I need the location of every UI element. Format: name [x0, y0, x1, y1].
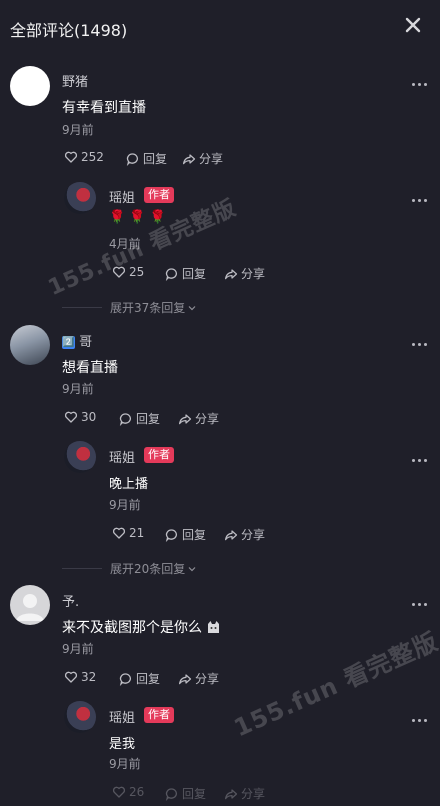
- reply-label: 回复: [182, 528, 207, 542]
- more-options-icon[interactable]: [410, 455, 430, 465]
- reply-username[interactable]: 瑶姐: [109, 447, 135, 466]
- comment-bubble-icon: [165, 267, 177, 281]
- reply-label: 回复: [182, 267, 207, 281]
- comment-bubble-icon: [126, 152, 138, 166]
- expand-replies-label: 展开20条回复: [110, 562, 186, 576]
- heart-icon: [112, 527, 126, 539]
- expand-replies-label: 展开37条回复: [110, 301, 186, 315]
- comment-username[interactable]: 野猪: [62, 71, 88, 90]
- share-icon: [225, 529, 238, 540]
- more-options-icon[interactable]: [410, 715, 430, 725]
- reply-time: 9月前: [109, 757, 141, 771]
- more-options-icon[interactable]: [410, 599, 430, 609]
- comment-text: 想看直播: [62, 360, 118, 376]
- divider: [62, 307, 102, 308]
- chevron-down-icon: [188, 305, 196, 310]
- reply-username[interactable]: 瑶姐: [109, 187, 135, 206]
- comment-username[interactable]: 2️⃣ 哥: [62, 331, 92, 350]
- comment-time: 9月前: [62, 382, 94, 396]
- heart-icon: [112, 786, 126, 798]
- divider: [62, 568, 102, 569]
- like-button[interactable]: 30: [64, 410, 96, 424]
- comment-username[interactable]: 予.: [62, 591, 79, 610]
- avatar[interactable]: [10, 66, 50, 106]
- avatar[interactable]: [10, 585, 50, 625]
- comment-bubble-icon: [119, 672, 131, 686]
- reply-button[interactable]: 回复: [119, 410, 160, 427]
- share-icon: [183, 153, 196, 164]
- reply-time: 9月前: [109, 498, 141, 512]
- share-icon: [225, 268, 238, 279]
- heart-icon: [64, 671, 78, 683]
- comment-time: 9月前: [62, 123, 94, 137]
- expand-replies-button[interactable]: 展开37条回复: [62, 299, 197, 316]
- author-badge: 作者: [144, 707, 174, 723]
- expand-replies-button[interactable]: 展开20条回复: [62, 560, 197, 577]
- like-button[interactable]: 252: [64, 150, 104, 164]
- share-label: 分享: [199, 152, 224, 166]
- reply-button[interactable]: 回复: [165, 265, 206, 282]
- reply-username[interactable]: 瑶姐: [109, 707, 135, 726]
- comment-text: 有幸看到直播: [62, 100, 146, 116]
- reply-button[interactable]: 回复: [165, 526, 206, 543]
- like-count: 252: [81, 150, 104, 164]
- avatar[interactable]: [64, 441, 96, 473]
- heart-icon: [64, 151, 78, 163]
- reply-text: 是我: [109, 737, 136, 752]
- share-label: 分享: [195, 672, 220, 686]
- avatar[interactable]: [64, 182, 96, 214]
- share-button[interactable]: 分享: [224, 265, 265, 282]
- like-count: 21: [129, 526, 145, 540]
- share-label: 分享: [195, 412, 220, 426]
- more-options-icon[interactable]: [410, 79, 430, 89]
- like-button[interactable]: 21: [112, 526, 144, 540]
- like-count: 30: [81, 410, 97, 424]
- close-icon[interactable]: [404, 16, 422, 34]
- share-button[interactable]: 分享: [178, 410, 219, 427]
- share-icon: [225, 788, 238, 799]
- reply-text: 晚上播: [109, 477, 149, 492]
- more-options-icon[interactable]: [410, 195, 430, 205]
- watermark: 155.fun 看完整版: [229, 627, 440, 743]
- username-text: 哥: [79, 335, 93, 350]
- share-button[interactable]: 分享: [182, 150, 223, 167]
- reply-button[interactable]: 回复: [119, 670, 160, 687]
- comments-header: 全部评论(1498): [0, 0, 440, 56]
- heart-icon: [64, 411, 78, 423]
- reply-label: 回复: [136, 672, 161, 686]
- comment-text-content: 来不及截图那个是你么: [62, 620, 202, 636]
- share-button[interactable]: 分享: [224, 526, 265, 543]
- chevron-down-icon: [188, 566, 196, 571]
- number-two-emoji: 2️⃣: [62, 336, 75, 349]
- reply-button[interactable]: 回复: [126, 150, 167, 167]
- comment-text: 来不及截图那个是你么: [62, 617, 221, 637]
- reply-label: 回复: [136, 412, 161, 426]
- like-button[interactable]: 26: [112, 785, 144, 799]
- more-options-icon[interactable]: [410, 339, 430, 349]
- share-label: 分享: [241, 528, 266, 542]
- comment-bubble-icon: [165, 528, 177, 542]
- author-badge: 作者: [144, 447, 174, 463]
- comment-time: 9月前: [62, 642, 94, 656]
- reply-label: 回复: [182, 787, 207, 801]
- share-button[interactable]: 分享: [224, 785, 265, 802]
- cat-emoji-icon: [208, 621, 220, 633]
- share-label: 分享: [241, 787, 266, 801]
- like-count: 32: [81, 670, 97, 684]
- author-badge: 作者: [144, 187, 174, 203]
- comment-bubble-icon: [119, 412, 131, 426]
- share-icon: [179, 413, 192, 424]
- comment-bubble-icon: [165, 787, 177, 801]
- like-button[interactable]: 32: [64, 670, 96, 684]
- reply-button[interactable]: 回复: [165, 785, 206, 802]
- share-label: 分享: [241, 267, 266, 281]
- share-icon: [179, 673, 192, 684]
- avatar[interactable]: [64, 701, 96, 733]
- avatar[interactable]: [10, 325, 50, 365]
- share-button[interactable]: 分享: [178, 670, 219, 687]
- comments-title: 全部评论(1498): [10, 21, 128, 40]
- reply-label: 回复: [143, 152, 168, 166]
- like-count: 26: [129, 785, 145, 799]
- default-avatar-icon: [16, 594, 44, 621]
